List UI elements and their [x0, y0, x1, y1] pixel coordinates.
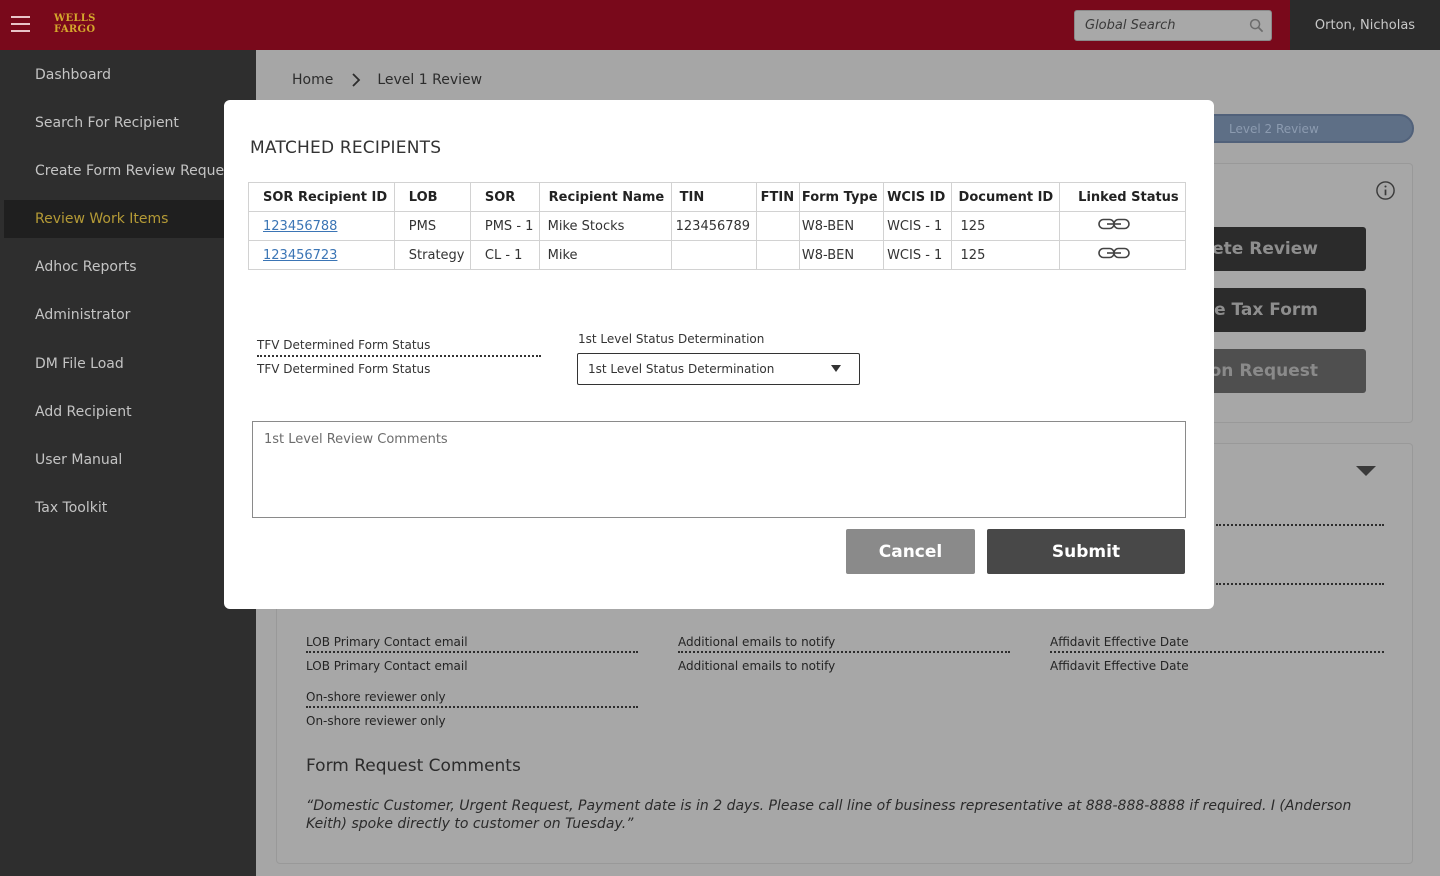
sidebar-item-tax-toolkit[interactable]: Tax Toolkit	[0, 489, 256, 527]
link-icon[interactable]	[1098, 247, 1130, 259]
sidebar-item-search-recipient[interactable]: Search For Recipient	[0, 104, 256, 142]
column-header: SOR Recipient ID	[248, 182, 395, 212]
table-cell	[1059, 211, 1186, 241]
field-label-lob-email: LOB Primary Contact email	[306, 635, 468, 649]
sor-recipient-id-link[interactable]: 123456723	[263, 248, 337, 263]
sidebar-item-review-work-items[interactable]: Review Work Items	[4, 200, 260, 238]
user-name: Orton, Nicholas	[1314, 17, 1416, 33]
field-value-additional-emails: Additional emails to notify	[678, 659, 836, 673]
status-determination-label: 1st Level Status Determination	[578, 332, 765, 346]
link-icon[interactable]	[1098, 218, 1130, 230]
sor-recipient-id-link[interactable]: 123456788	[263, 219, 337, 234]
table-cell: Strategy	[393, 240, 471, 270]
sidebar-item-create-form-review[interactable]: Create Form Review Request	[0, 152, 256, 190]
sidebar-item-adhoc-reports[interactable]: Adhoc Reports	[0, 248, 256, 286]
field-value-affidavit-date: Affidavit Effective Date	[1050, 659, 1189, 673]
field-label-additional-emails: Additional emails to notify	[678, 635, 836, 649]
field-value-onshore-reviewer: On-shore reviewer only	[306, 714, 446, 728]
sidebar-item-user-manual[interactable]: User Manual	[0, 441, 256, 479]
field-label-affidavit-date: Affidavit Effective Date	[1050, 635, 1189, 649]
table-row: 123456723 Strategy CL - 1 Mike W8-BEN WC…	[248, 240, 1186, 270]
form-request-comments-text: “Domestic Customer, Urgent Request, Paym…	[306, 798, 1352, 832]
table-cell: 123456789	[670, 211, 757, 241]
user-menu[interactable]: Orton, Nicholas	[1290, 0, 1440, 50]
status-determination-select[interactable]: 1st Level Status Determination	[577, 353, 860, 385]
column-header: Document ID	[950, 182, 1061, 212]
column-header: FTIN	[755, 182, 800, 212]
tfv-status-label: TFV Determined Form Status	[257, 338, 431, 352]
modal-title: MATCHED RECIPIENTS	[250, 138, 442, 158]
caret-down-icon[interactable]	[1355, 465, 1377, 477]
field-divider	[1216, 583, 1384, 585]
table-cell: 125	[950, 211, 1061, 241]
column-header: Recipient Name	[538, 182, 672, 212]
sidebar-item-dashboard[interactable]: Dashboard	[0, 56, 256, 94]
table-cell: 125	[950, 240, 1061, 270]
field-value-lob-email: LOB Primary Contact email	[306, 659, 468, 673]
field-divider	[306, 651, 638, 653]
caret-down-icon	[831, 365, 841, 372]
form-request-comments-title: Form Request Comments	[306, 756, 521, 776]
tfv-status-value: TFV Determined Form Status	[257, 362, 431, 376]
field-divider	[257, 355, 541, 357]
table-cell: CL - 1	[469, 240, 540, 270]
hamburger-menu-icon[interactable]	[11, 16, 30, 32]
sidebar-item-dm-file-load[interactable]: DM File Load	[0, 345, 256, 383]
field-divider	[306, 706, 638, 708]
breadcrumb: Home Level 1 Review	[292, 72, 482, 88]
matched-recipients-table: SOR Recipient ID LOB SOR Recipient Name …	[248, 182, 1186, 270]
sidebar-item-administrator[interactable]: Administrator	[0, 296, 256, 334]
wells-fargo-logo[interactable]: WELLS FARGO	[54, 13, 96, 35]
sidebar-item-add-recipient[interactable]: Add Recipient	[0, 393, 256, 431]
cancel-button[interactable]: Cancel	[846, 529, 975, 574]
status-determination-selected: 1st Level Status Determination	[588, 362, 775, 376]
create-tax-form-button[interactable]: Create Tax Form	[1196, 288, 1366, 332]
submit-button[interactable]: Submit	[987, 529, 1185, 574]
column-header: Form Type	[798, 182, 885, 212]
field-divider	[678, 651, 1010, 653]
table-cell: W8-BEN	[798, 211, 885, 241]
review-comments-textarea[interactable]	[252, 421, 1186, 518]
global-search-input[interactable]	[1075, 11, 1271, 40]
table-cell: PMS - 1	[469, 211, 540, 241]
table-cell: Mike Stocks	[538, 211, 672, 241]
table-cell	[1059, 240, 1186, 270]
table-cell	[755, 211, 800, 241]
step-level-2-review: Level 2 Review	[1196, 114, 1414, 143]
table-row: 123456788 PMS PMS - 1 Mike Stocks 123456…	[248, 211, 1186, 241]
field-divider	[1216, 524, 1384, 526]
field-divider	[1050, 651, 1384, 653]
sidebar: Dashboard Search For Recipient Create Fo…	[0, 50, 260, 876]
column-header: LOB	[393, 182, 471, 212]
field-label-onshore-reviewer: On-shore reviewer only	[306, 690, 446, 704]
search-icon[interactable]	[1249, 18, 1264, 33]
breadcrumb-current: Level 1 Review	[377, 72, 483, 88]
table-cell: WCIS - 1	[883, 211, 952, 241]
column-header: WCIS ID	[883, 182, 952, 212]
table-cell	[670, 240, 757, 270]
table-header-row: SOR Recipient ID LOB SOR Recipient Name …	[248, 182, 1186, 212]
table-cell: WCIS - 1	[883, 240, 952, 270]
column-header: TIN	[670, 182, 757, 212]
table-cell	[755, 240, 800, 270]
global-search	[1074, 10, 1272, 41]
complete-review-button[interactable]: Complete Review	[1196, 227, 1366, 271]
matched-recipients-modal: MATCHED RECIPIENTS SOR Recipient ID LOB …	[224, 100, 1214, 609]
table-cell: PMS	[393, 211, 471, 241]
chevron-right-icon	[352, 73, 361, 87]
validation-request-button[interactable]: Validation Request	[1196, 349, 1366, 393]
top-header: WELLS FARGO Orton, Nicholas	[0, 0, 1440, 50]
table-cell: W8-BEN	[798, 240, 885, 270]
column-header: Linked Status	[1059, 182, 1186, 212]
breadcrumb-home[interactable]: Home	[292, 72, 333, 88]
column-header: SOR	[469, 182, 540, 212]
table-cell: Mike	[538, 240, 672, 270]
info-icon[interactable]	[1375, 180, 1396, 201]
